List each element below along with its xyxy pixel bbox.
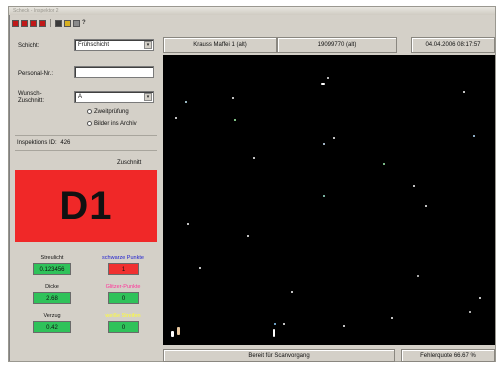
wunsch-label: Wunsch- Zuschnitt: bbox=[18, 91, 44, 105]
divider bbox=[15, 135, 157, 136]
defect-dot bbox=[469, 311, 471, 313]
weisse-streifen-value: 0 bbox=[108, 321, 139, 333]
defect-dot bbox=[199, 267, 201, 269]
zuschnitt-display: D1 bbox=[15, 170, 157, 242]
defect-dot bbox=[333, 137, 335, 139]
archiv-option[interactable]: Bilder ins Archiv bbox=[87, 121, 137, 127]
defect-dot bbox=[185, 101, 187, 103]
defect-dot bbox=[247, 235, 249, 237]
schicht-select[interactable]: Frühschicht ▾ bbox=[74, 39, 154, 51]
fehlerquote: Fehlerquote 66.67 % bbox=[401, 349, 495, 362]
record-icon[interactable] bbox=[21, 19, 28, 27]
flag-icon[interactable] bbox=[39, 19, 46, 27]
archiv-label: Bilder ins Archiv bbox=[94, 121, 137, 128]
status-message: Bereit für Scanvorgang bbox=[163, 349, 395, 362]
inspektion-value: 426 bbox=[60, 140, 71, 146]
defect-dot bbox=[171, 331, 174, 337]
schwarze-punkte-value: 1 bbox=[108, 263, 139, 275]
glitzer-punkte-label: Glitzer-Punkte bbox=[105, 284, 141, 290]
help-button[interactable]: ? bbox=[82, 19, 86, 27]
defect-dot bbox=[323, 143, 325, 145]
defect-dot bbox=[175, 117, 177, 119]
defect-dot bbox=[274, 323, 276, 325]
defect-dot bbox=[473, 135, 475, 137]
defect-dot bbox=[187, 223, 189, 225]
toolbar-separator bbox=[50, 19, 51, 27]
chevron-down-icon[interactable]: ▾ bbox=[144, 41, 152, 49]
dicke-value: 2.68 bbox=[33, 292, 71, 304]
zweitpruefung-option[interactable]: Zweitprüfung bbox=[87, 109, 129, 115]
defect-dot bbox=[383, 163, 385, 165]
radio-icon[interactable] bbox=[87, 109, 92, 114]
chevron-down-icon[interactable]: ▾ bbox=[144, 93, 152, 101]
defect-dot bbox=[323, 195, 325, 197]
folder-icon[interactable] bbox=[64, 19, 71, 27]
defect-dot bbox=[232, 97, 234, 99]
streulicht-value: 0.123456 bbox=[33, 263, 71, 275]
defect-dot bbox=[391, 317, 393, 319]
zuschnitt-label: Zuschnitt bbox=[117, 160, 142, 166]
schicht-value: Frühschicht bbox=[78, 42, 110, 48]
verzug-label: Verzug bbox=[43, 313, 61, 319]
datetime: 04.04.2006 08:17:57 bbox=[411, 37, 495, 53]
schwarze-punkte-label: schwarze Punkte bbox=[102, 255, 144, 261]
zweitpruefung-label: Zweitprüfung bbox=[94, 109, 129, 116]
wunsch-value: A bbox=[78, 94, 83, 100]
defect-dot bbox=[413, 185, 415, 187]
defect-dot bbox=[425, 205, 427, 207]
dicke-label: Dicke bbox=[45, 284, 59, 290]
pause-icon[interactable] bbox=[30, 19, 37, 27]
inspektion-label: Inspektions ID: 426 bbox=[17, 140, 70, 146]
defect-dot bbox=[177, 327, 180, 335]
defect-dot bbox=[479, 297, 481, 299]
inspektion-label-text: Inspektions ID: bbox=[17, 140, 57, 146]
defect-dot bbox=[327, 77, 329, 79]
defect-dot bbox=[321, 83, 325, 85]
wunsch-select[interactable]: A ▾ bbox=[74, 91, 154, 103]
grid-icon[interactable] bbox=[55, 19, 62, 27]
personal-input[interactable] bbox=[74, 66, 154, 78]
defect-dot bbox=[253, 157, 255, 159]
machine-name: Krauss Maffei 1 (alt) bbox=[163, 37, 277, 53]
title-bar: Scheck - Inspektor 2 bbox=[9, 7, 495, 15]
part-number: 19099770 (alt) bbox=[277, 37, 397, 53]
radio-icon[interactable] bbox=[87, 121, 92, 126]
tools-icon[interactable] bbox=[73, 19, 80, 27]
wunsch-label-line1: Wunsch- bbox=[18, 91, 42, 97]
application-window: Scheck - Inspektor 2 ? Schicht: Frühschi… bbox=[8, 6, 496, 362]
defect-dot bbox=[463, 91, 465, 93]
defect-dot bbox=[417, 275, 419, 277]
wunsch-label-line2: Zuschnitt: bbox=[18, 98, 45, 104]
defect-dot bbox=[283, 323, 285, 325]
divider bbox=[15, 150, 157, 151]
verzug-value: 0.42 bbox=[33, 321, 71, 333]
stop-icon[interactable] bbox=[12, 19, 19, 27]
scan-image-canvas[interactable] bbox=[163, 55, 495, 345]
glitzer-punkte-value: 0 bbox=[108, 292, 139, 304]
streulicht-label: Streulicht bbox=[40, 255, 64, 261]
defect-dot bbox=[343, 325, 345, 327]
weisse-streifen-label: weiße Streifen bbox=[105, 313, 141, 319]
personal-label: Personal-Nr.: bbox=[18, 71, 54, 77]
schicht-label: Schicht: bbox=[18, 43, 40, 49]
toolbar: ? bbox=[9, 17, 495, 29]
defect-dot bbox=[273, 329, 275, 337]
defect-dot bbox=[234, 119, 236, 121]
defect-dot bbox=[291, 291, 293, 293]
